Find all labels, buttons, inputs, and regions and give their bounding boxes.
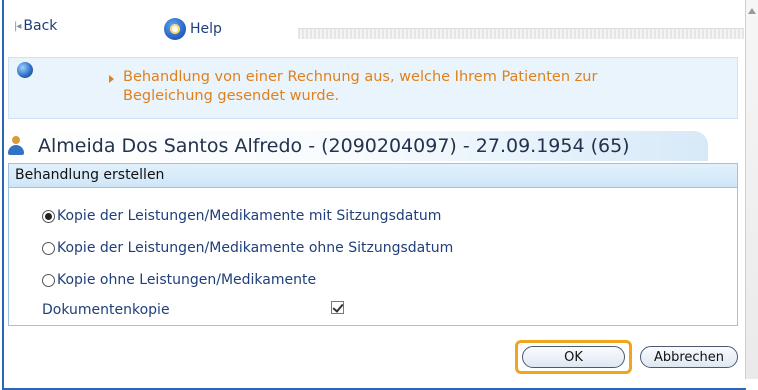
patient-header-bar: Almeida Dos Santos Alfredo - (2090204097… xyxy=(8,131,708,161)
back-arrow-icon: |◂ xyxy=(14,20,21,32)
info-message-line1: Behandlung von einer Rechnung aus, welch… xyxy=(123,69,598,85)
radio-button[interactable] xyxy=(42,241,55,255)
scrollbar[interactable] xyxy=(745,0,758,379)
info-box: Behandlung von einer Rechnung aus, welch… xyxy=(8,57,738,119)
patient-header: Almeida Dos Santos Alfredo - (2090204097… xyxy=(38,135,630,157)
document-copy-checkbox[interactable] xyxy=(331,301,344,314)
scroll-up-icon[interactable] xyxy=(748,8,756,14)
back-button[interactable]: |◂ Back xyxy=(14,18,57,34)
globe-icon xyxy=(17,62,33,78)
cancel-button[interactable]: Abbrechen xyxy=(640,346,738,368)
info-arrow-icon xyxy=(109,75,114,83)
ok-button[interactable]: OK xyxy=(522,346,625,368)
option-copy-with-date[interactable]: Kopie der Leistungen/Medikamente mit Sit… xyxy=(42,208,441,224)
toolbar: |◂ Back Help xyxy=(14,18,744,42)
document-copy-label: Dokumentenkopie xyxy=(42,302,170,318)
info-message: Behandlung von einer Rechnung aus, welch… xyxy=(123,68,683,106)
person-icon xyxy=(8,136,24,156)
panel-header: Behandlung erstellen xyxy=(9,164,737,188)
info-message-line2: Begleichung gesendet wurde. xyxy=(123,88,340,104)
radio-button[interactable] xyxy=(42,273,55,287)
option-copy-without-date[interactable]: Kopie der Leistungen/Medikamente ohne Si… xyxy=(42,240,453,256)
panel-title: Behandlung erstellen xyxy=(15,167,165,183)
help-label: Help xyxy=(190,21,222,37)
help-button[interactable]: Help xyxy=(164,18,222,40)
option-copy-without-services[interactable]: Kopie ohne Leistungen/Medikamente xyxy=(42,272,316,288)
toolbar-divider xyxy=(298,28,744,39)
radio-button-selected[interactable] xyxy=(42,209,55,223)
option-label: Kopie der Leistungen/Medikamente mit Sit… xyxy=(57,208,442,224)
help-lifebuoy-icon xyxy=(164,18,186,40)
option-label: Kopie der Leistungen/Medikamente ohne Si… xyxy=(57,240,454,256)
back-label: Back xyxy=(23,18,58,34)
option-label: Kopie ohne Leistungen/Medikamente xyxy=(57,272,317,288)
